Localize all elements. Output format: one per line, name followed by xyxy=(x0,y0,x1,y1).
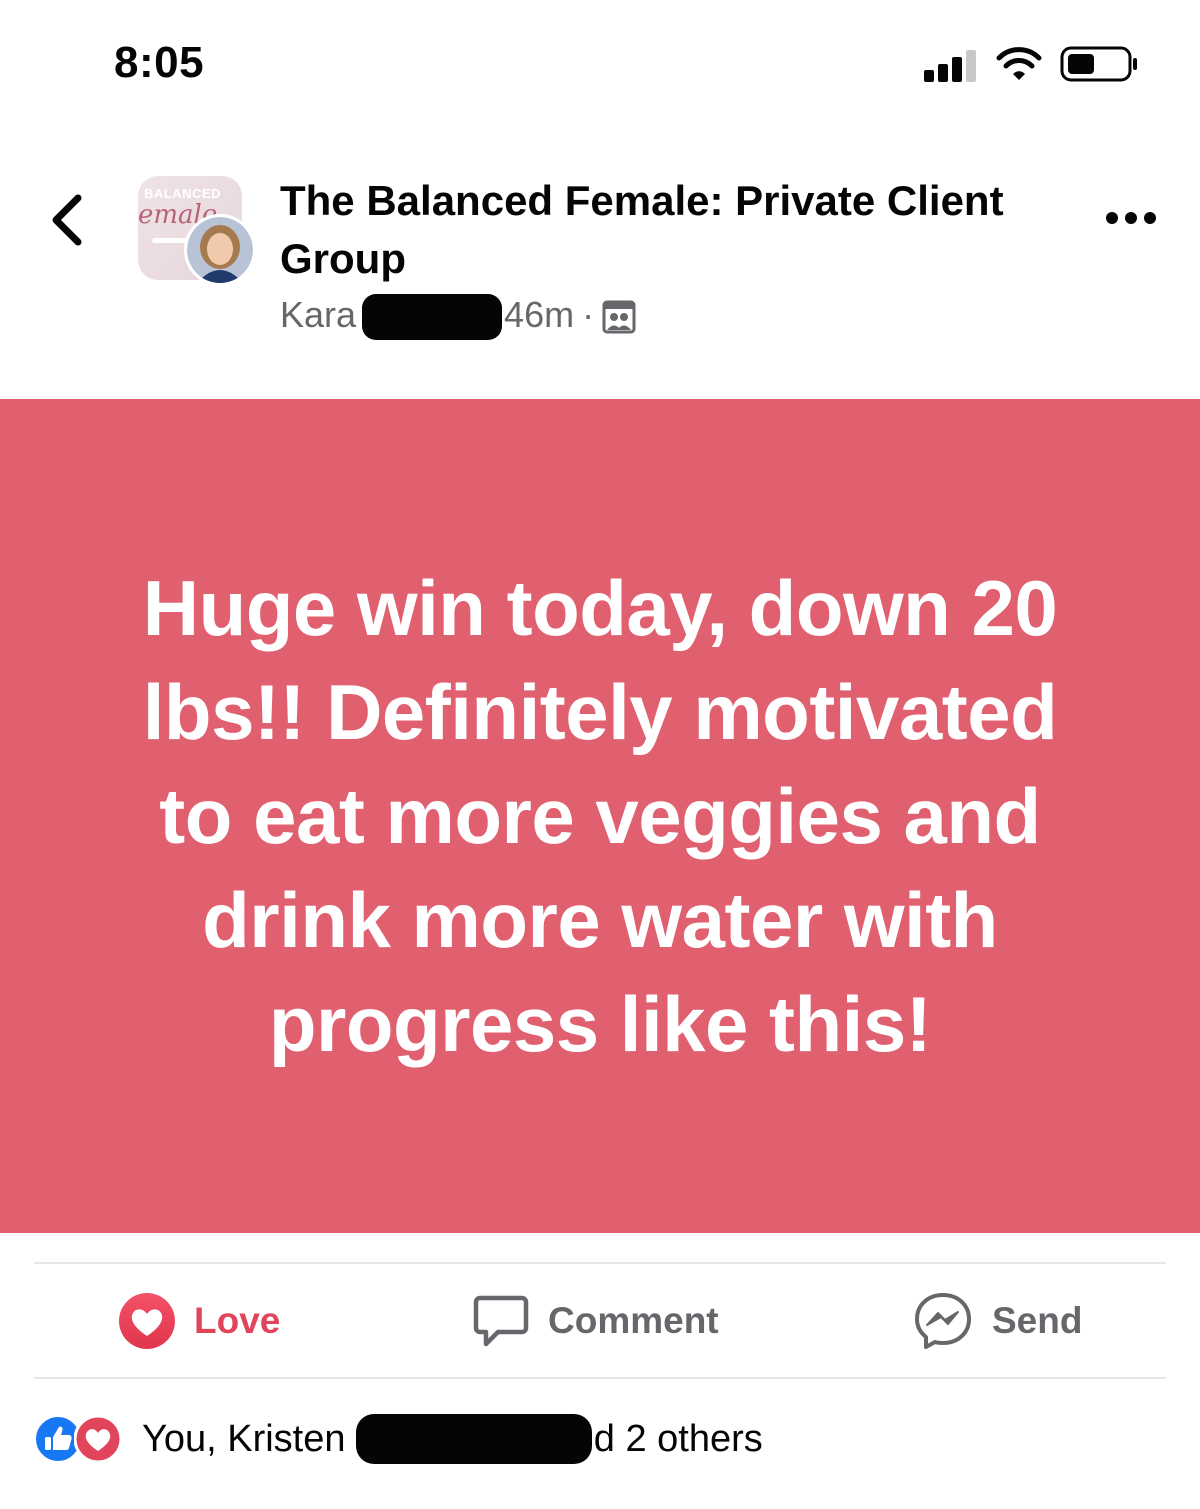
reactions-summary[interactable]: You, Kristen and 2 others xyxy=(34,1410,763,1468)
post-time[interactable]: 46m xyxy=(504,294,574,335)
comment-label: Comment xyxy=(548,1300,719,1341)
actions-divider-top xyxy=(34,1262,1166,1264)
group-logo-text: BALANCED xyxy=(144,186,221,201)
more-options-icon[interactable] xyxy=(1104,206,1158,230)
heart-icon xyxy=(74,1415,122,1463)
comment-bubble-icon xyxy=(473,1295,529,1347)
author-avatar[interactable] xyxy=(184,214,256,286)
group-name[interactable]: The Balanced Female: Private Client Grou… xyxy=(280,172,1060,288)
wifi-icon xyxy=(996,47,1042,80)
cellular-signal-icon xyxy=(924,50,976,82)
post-background-card: Huge win today, down 20 lbs!! Definitely… xyxy=(0,399,1200,1233)
love-reaction-icon xyxy=(119,1293,175,1349)
post-text: Huge win today, down 20 lbs!! Definitely… xyxy=(142,564,1058,1068)
author-name[interactable]: Kara xyxy=(280,294,356,335)
reactions-suffix: and 2 others xyxy=(551,1417,763,1460)
love-label: Love xyxy=(194,1300,281,1341)
author-photo-icon xyxy=(187,217,253,283)
battery-icon xyxy=(1060,46,1137,82)
send-button[interactable]: Send xyxy=(912,1290,1082,1352)
meta-separator: · xyxy=(582,294,595,335)
send-label: Send xyxy=(992,1300,1083,1341)
redacted-author-surname xyxy=(362,294,503,341)
comment-button[interactable]: Comment xyxy=(472,1290,719,1352)
back-chevron-icon[interactable] xyxy=(44,190,92,250)
post-meta: Kara 46m · xyxy=(280,294,636,341)
group-members-icon xyxy=(602,300,636,334)
status-time: 8:05 xyxy=(114,38,205,87)
actions-divider-bottom xyxy=(34,1377,1166,1379)
love-button[interactable]: Love xyxy=(118,1290,280,1352)
reactions-prefix: You, Kristen xyxy=(142,1417,346,1460)
reaction-icons xyxy=(34,1415,130,1463)
messenger-icon xyxy=(915,1293,971,1349)
